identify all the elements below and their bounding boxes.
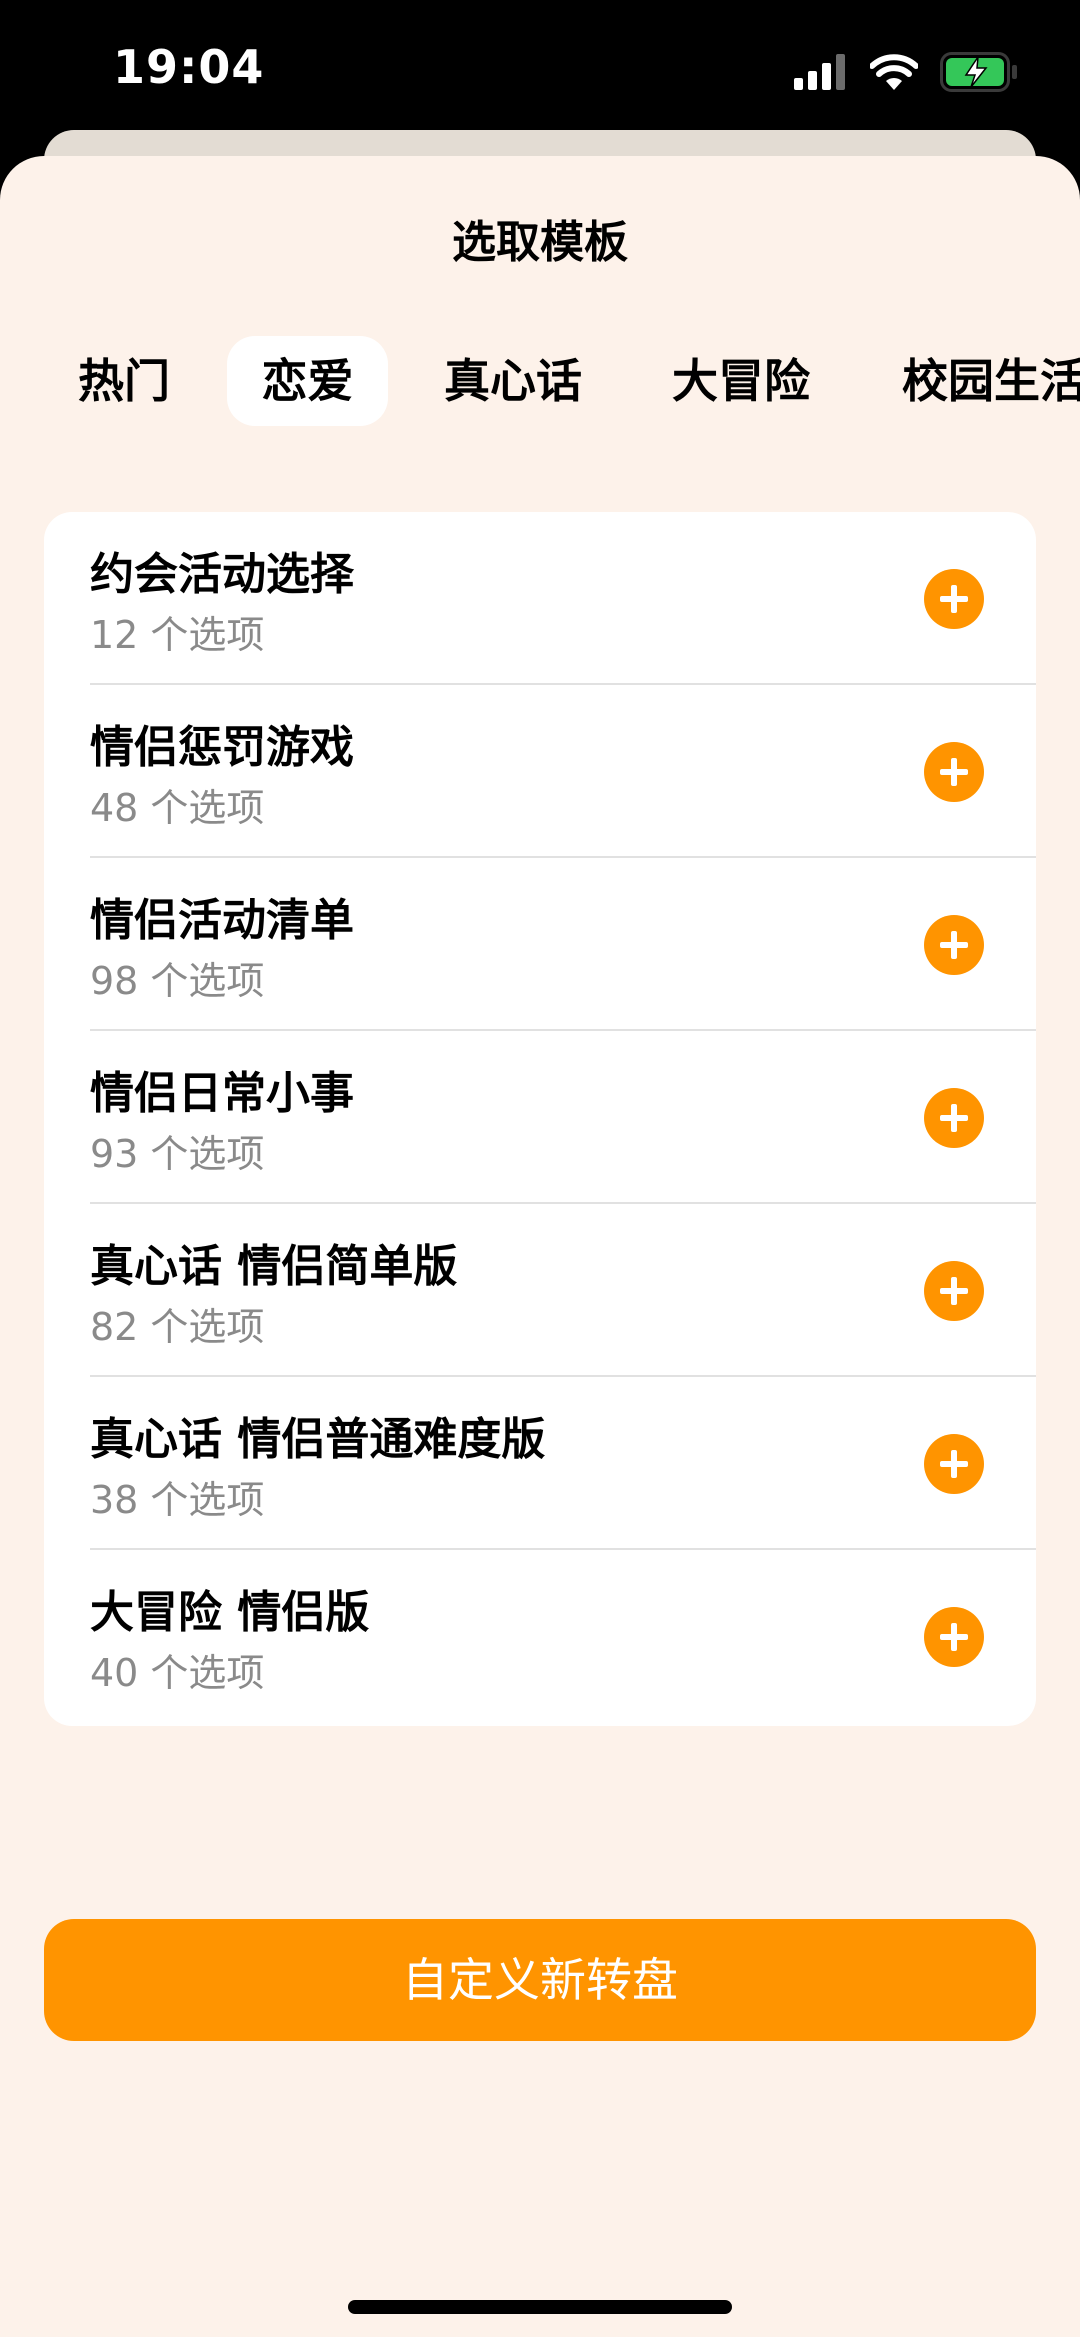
template-title: 真心话 情侣简单版 [90, 1241, 458, 1292]
template-option-count: 82 个选项 [90, 1305, 265, 1349]
template-option-count: 48 个选项 [90, 786, 265, 830]
add-template-icon[interactable] [924, 1088, 984, 1148]
template-row[interactable]: 约会活动选择 12 个选项 [44, 512, 1036, 685]
status-time: 19:04 [113, 40, 265, 94]
template-row[interactable]: 情侣惩罚游戏 48 个选项 [44, 685, 1036, 858]
template-row[interactable]: 真心话 情侣普通难度版 38 个选项 [44, 1377, 1036, 1550]
add-template-icon[interactable] [924, 1607, 984, 1667]
tab-romance[interactable]: 恋爱 [227, 336, 388, 426]
template-title: 情侣惩罚游戏 [90, 722, 354, 773]
template-option-count: 38 个选项 [90, 1478, 265, 1522]
template-title: 真心话 情侣普通难度版 [90, 1414, 546, 1465]
template-option-count: 93 个选项 [90, 1132, 265, 1176]
category-tabs: 热门 恋爱 真心话 大冒险 校园生活 [0, 336, 1080, 426]
tab-hot[interactable]: 热门 [78, 336, 170, 426]
tab-campus-life[interactable]: 校园生活 [902, 336, 1080, 426]
add-template-icon[interactable] [924, 915, 984, 975]
battery-charging-icon [940, 52, 1017, 92]
add-template-icon[interactable] [924, 742, 984, 802]
add-template-icon[interactable] [924, 1434, 984, 1494]
template-option-count: 98 个选项 [90, 959, 265, 1003]
cellular-signal-icon [794, 54, 845, 90]
tab-dare[interactable]: 大冒险 [672, 336, 810, 426]
sheet-title: 选取模板 [452, 217, 628, 268]
template-option-count: 40 个选项 [90, 1651, 265, 1695]
template-row[interactable]: 大冒险 情侣版 40 个选项 [44, 1550, 1036, 1723]
add-template-icon[interactable] [924, 1261, 984, 1321]
tab-truth[interactable]: 真心话 [444, 336, 582, 426]
template-row[interactable]: 情侣活动清单 98 个选项 [44, 858, 1036, 1031]
template-title: 情侣活动清单 [90, 895, 354, 946]
template-title: 约会活动选择 [90, 549, 354, 600]
home-indicator[interactable] [348, 2300, 732, 2314]
add-template-icon[interactable] [924, 569, 984, 629]
template-title: 大冒险 情侣版 [90, 1587, 370, 1638]
template-row[interactable]: 情侣日常小事 93 个选项 [44, 1031, 1036, 1204]
template-list: 约会活动选择 12 个选项 情侣惩罚游戏 48 个选项 情侣活动清单 98 个选… [44, 512, 1036, 1726]
custom-new-wheel-button[interactable]: 自定义新转盘 [44, 1919, 1036, 2041]
template-option-count: 12 个选项 [90, 613, 265, 657]
status-icons [794, 50, 1018, 94]
template-row[interactable]: 真心话 情侣简单版 82 个选项 [44, 1204, 1036, 1377]
status-bar: 19:04 [0, 0, 1080, 140]
wifi-icon [870, 54, 918, 90]
template-title: 情侣日常小事 [90, 1068, 354, 1119]
